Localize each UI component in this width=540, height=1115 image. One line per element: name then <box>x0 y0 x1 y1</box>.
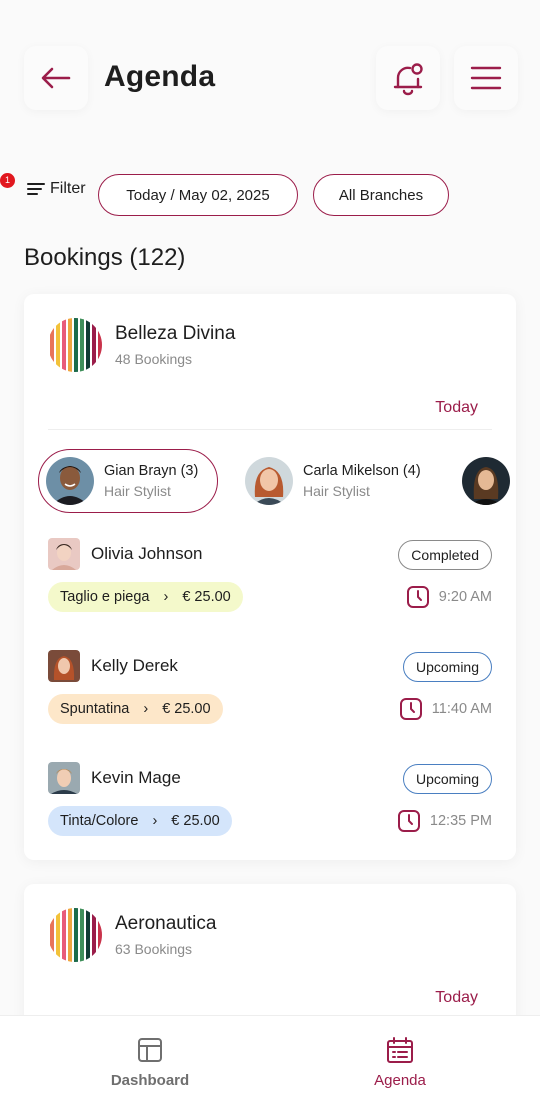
booking-item[interactable]: Olivia Johnson Completed Taglio e piega … <box>48 538 492 618</box>
branch-name: Belleza Divina <box>115 323 236 344</box>
chevron-right-icon: › <box>152 813 158 829</box>
staff-avatar <box>46 457 94 505</box>
branch-card: Belleza Divina 48 Bookings Today Gian Br… <box>24 294 516 860</box>
service-name: Tinta/Colore <box>60 813 139 829</box>
staff-avatar <box>245 457 293 505</box>
booking-time: 11:40 AM <box>399 697 492 721</box>
service-price: € 25.00 <box>182 589 231 605</box>
clock-icon <box>397 810 420 832</box>
time-text: 12:35 PM <box>429 813 492 829</box>
status-badge: Upcoming <box>402 652 492 682</box>
clock-icon <box>399 698 422 720</box>
branch-name: Aeronautica <box>115 913 217 934</box>
bell-icon <box>393 63 423 96</box>
nav-dashboard-label: Dashboard <box>110 1072 190 1089</box>
chevron-right-icon: › <box>163 589 169 605</box>
divider <box>48 429 492 430</box>
bookings-title: Bookings (122) <box>24 244 186 271</box>
staff-name: Gian Brayn (3) <box>104 463 199 479</box>
staff-chip-gian-brayn[interactable]: Gian Brayn (3) Hair Stylist <box>38 449 218 513</box>
time-text: 11:40 AM <box>431 701 492 717</box>
booking-item[interactable]: Kelly Derek Upcoming Spuntatina › € 25.0… <box>48 650 492 730</box>
branch-booking-count: 48 Bookings <box>115 351 193 367</box>
bottom-navigation: Dashboard Agenda <box>0 1015 540 1115</box>
chevron-right-icon: › <box>143 701 149 717</box>
filter-lines-icon <box>27 183 45 195</box>
menu-button[interactable] <box>454 46 518 110</box>
calendar-list-icon <box>387 1037 413 1063</box>
filter-label: Filter <box>50 180 86 197</box>
staff-name: Carla Mikelson (4) <box>303 463 421 479</box>
notifications-button[interactable] <box>376 46 440 110</box>
branch-date-link[interactable]: Today <box>435 399 478 417</box>
branch-logo <box>48 318 102 372</box>
branch-date-link[interactable]: Today <box>435 989 478 1007</box>
client-photo <box>48 762 80 794</box>
nav-agenda-label: Agenda <box>374 1072 426 1089</box>
branch-booking-count: 63 Bookings <box>115 941 193 957</box>
date-selector[interactable]: Today / May 02, 2025 <box>98 174 298 216</box>
service-price: € 25.00 <box>162 701 211 717</box>
branch-logo <box>48 908 102 962</box>
hamburger-menu-icon <box>470 66 502 90</box>
client-name: Kelly Derek <box>91 656 178 675</box>
booking-time: 9:20 AM <box>406 585 492 609</box>
nav-agenda[interactable]: Agenda <box>300 1036 500 1089</box>
service-name: Taglio e piega <box>60 589 150 605</box>
filter-row: Filter 1 Today / May 02, 2025 All Branch… <box>0 172 540 218</box>
staff-role: Hair Stylist <box>303 483 370 499</box>
status-badge: Completed <box>398 540 492 570</box>
booking-item[interactable]: Kevin Mage Upcoming Tinta/Colore › € 25.… <box>48 762 492 842</box>
staff-chip-partial[interactable] <box>462 449 516 513</box>
arrow-left-icon <box>41 67 71 89</box>
service-pill[interactable]: Taglio e piega › € 25.00 <box>48 582 243 612</box>
app-header: Agenda <box>0 0 540 150</box>
booking-time: 12:35 PM <box>397 809 492 833</box>
nav-dashboard[interactable]: Dashboard <box>50 1036 250 1089</box>
client-name: Olivia Johnson <box>91 544 203 563</box>
service-price: € 25.00 <box>171 813 220 829</box>
branch-selector[interactable]: All Branches <box>313 174 449 216</box>
clock-icon <box>406 586 429 608</box>
filter-button[interactable]: Filter <box>18 180 86 198</box>
client-name: Kevin Mage <box>91 768 181 787</box>
filter-count-badge: 1 <box>0 173 15 188</box>
staff-role: Hair Stylist <box>104 483 171 499</box>
staff-chip-carla-mikelson[interactable]: Carla Mikelson (4) Hair Stylist <box>238 449 438 513</box>
status-badge: Upcoming <box>402 764 492 794</box>
staff-avatar <box>462 457 510 505</box>
service-pill[interactable]: Spuntatina › € 25.00 <box>48 694 223 724</box>
back-button[interactable] <box>24 46 88 110</box>
time-text: 9:20 AM <box>438 589 492 605</box>
dashboard-icon <box>138 1038 162 1062</box>
client-photo <box>48 650 80 682</box>
service-pill[interactable]: Tinta/Colore › € 25.00 <box>48 806 232 836</box>
service-name: Spuntatina <box>60 701 130 717</box>
page-title: Agenda <box>104 60 216 93</box>
client-photo <box>48 538 80 570</box>
